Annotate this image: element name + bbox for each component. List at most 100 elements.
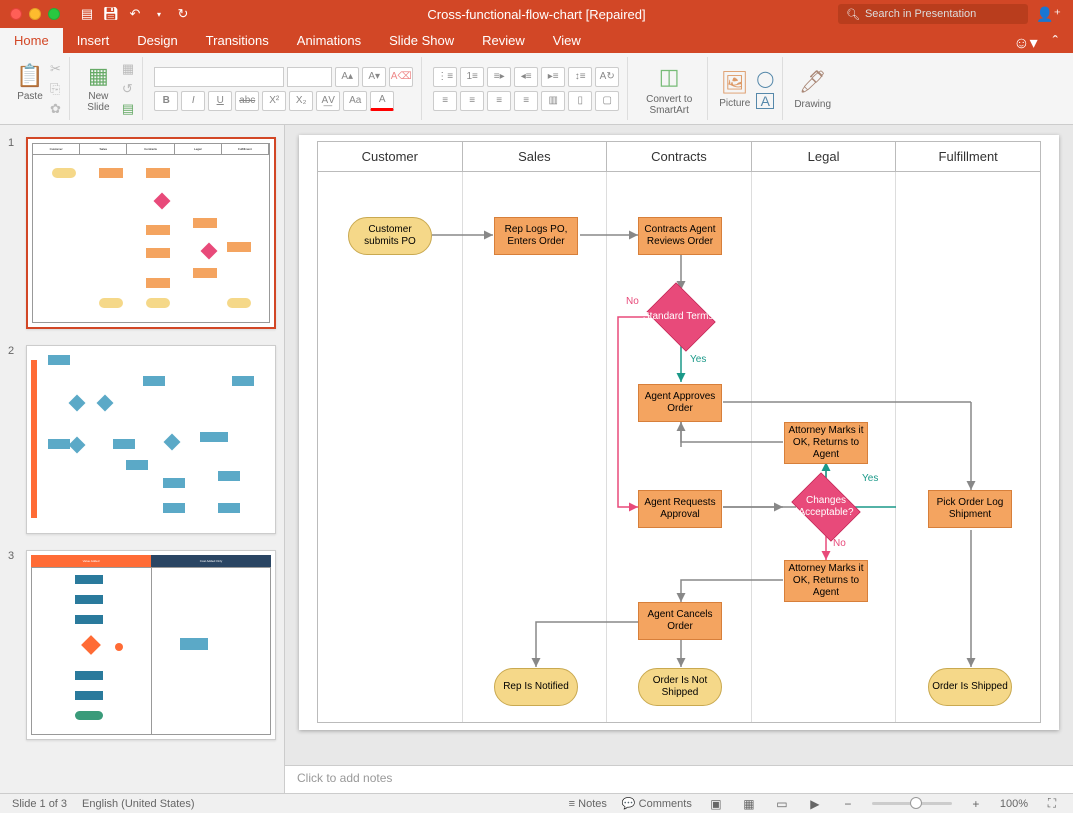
tab-view[interactable]: View: [539, 28, 595, 53]
shape-agent-requests[interactable]: Agent Requests Approval: [638, 490, 722, 528]
font-name-combo[interactable]: [154, 67, 284, 87]
feedback-icon[interactable]: ☺▾: [1013, 33, 1037, 53]
strike-button[interactable]: abc: [235, 91, 259, 111]
shape-attorney-1[interactable]: Attorney Marks it OK, Returns to Agent: [784, 422, 868, 464]
sorter-view-icon[interactable]: ▦: [740, 797, 758, 811]
slide-thumbnail-2[interactable]: [26, 345, 276, 535]
tab-design[interactable]: Design: [123, 28, 191, 53]
lane-header-fulfillment[interactable]: Fulfillment: [896, 142, 1040, 171]
tab-animations[interactable]: Animations: [283, 28, 375, 53]
language-indicator[interactable]: English (United States): [82, 798, 195, 810]
bullets-button[interactable]: ⋮≡: [433, 67, 457, 87]
align-text-vert-button[interactable]: ▯: [568, 91, 592, 111]
clear-format-icon[interactable]: A⌫: [389, 67, 413, 87]
save-icon[interactable]: 💾︎: [102, 5, 120, 23]
numbering-button[interactable]: 1≡: [460, 67, 484, 87]
maximize-window-button[interactable]: [48, 8, 60, 20]
change-case-button[interactable]: Aa: [343, 91, 367, 111]
lane-header-sales[interactable]: Sales: [463, 142, 608, 171]
layout-icon[interactable]: ▦: [122, 61, 134, 77]
slideshow-view-icon[interactable]: ▶: [806, 797, 824, 811]
justify-button[interactable]: ≡: [514, 91, 538, 111]
font-color-button[interactable]: A: [370, 91, 394, 111]
slide-thumbnail-1[interactable]: CustomerSalesContractsLegalFulfillment: [26, 137, 276, 329]
zoom-out-button[interactable]: −: [839, 797, 857, 811]
align-left-button[interactable]: ≡: [433, 91, 457, 111]
search-box[interactable]: 🔍︎: [838, 4, 1028, 24]
shapes-icon[interactable]: ◯: [756, 69, 774, 89]
bold-button[interactable]: B: [154, 91, 178, 111]
shape-standard-terms[interactable]: Standard Terms?: [641, 287, 721, 347]
increase-font-icon[interactable]: A▴: [335, 67, 359, 87]
lane-header-legal[interactable]: Legal: [752, 142, 897, 171]
share-icon[interactable]: 👤⁺: [1036, 6, 1061, 23]
format-painter-icon[interactable]: ✿: [50, 101, 61, 117]
fit-window-icon[interactable]: ⛶: [1043, 796, 1061, 811]
shape-shipped[interactable]: Order Is Shipped: [928, 668, 1012, 706]
collapse-ribbon-icon[interactable]: ˆ: [1053, 34, 1058, 52]
search-input[interactable]: [865, 8, 1020, 20]
zoom-in-button[interactable]: +: [967, 797, 985, 811]
shape-agent-cancels[interactable]: Agent Cancels Order: [638, 602, 722, 640]
undo-icon[interactable]: ↶: [126, 5, 144, 23]
new-slide-icon[interactable]: ▦: [84, 61, 112, 91]
reset-icon[interactable]: ↺: [122, 81, 134, 97]
increase-indent-button[interactable]: ▸≡: [541, 67, 565, 87]
shape-attorney-2[interactable]: Attorney Marks it OK, Returns to Agent: [784, 560, 868, 602]
text-direction-button[interactable]: A↻: [595, 67, 619, 87]
font-size-combo[interactable]: [287, 67, 332, 87]
shape-not-shipped[interactable]: Order Is Not Shipped: [638, 668, 722, 706]
subscript-button[interactable]: X₂: [289, 91, 313, 111]
slide[interactable]: Customer Sales Contracts Legal Fulfillme…: [299, 135, 1059, 730]
lane-header-customer[interactable]: Customer: [318, 142, 463, 171]
swimlane-table[interactable]: Customer Sales Contracts Legal Fulfillme…: [317, 141, 1041, 723]
notes-pane[interactable]: Click to add notes: [285, 765, 1073, 793]
reading-view-icon[interactable]: ▭: [773, 797, 791, 811]
tab-home[interactable]: Home: [0, 28, 63, 53]
shape-customer-po[interactable]: Customer submits PO: [348, 217, 432, 255]
cut-icon[interactable]: ✂: [50, 61, 61, 77]
tab-transitions[interactable]: Transitions: [192, 28, 283, 53]
align-center-button[interactable]: ≡: [460, 91, 484, 111]
shape-rep-notified[interactable]: Rep Is Notified: [494, 668, 578, 706]
shape-agent-approves[interactable]: Agent Approves Order: [638, 384, 722, 422]
zoom-slider[interactable]: [872, 802, 952, 805]
lane-header-contracts[interactable]: Contracts: [607, 142, 752, 171]
picture-icon[interactable]: 🖼: [721, 68, 749, 98]
close-window-button[interactable]: [10, 8, 22, 20]
decrease-font-icon[interactable]: A▾: [362, 67, 386, 87]
file-menu-icon[interactable]: ▤: [78, 5, 96, 23]
drawing-icon[interactable]: 🖊: [799, 67, 827, 97]
redo-icon[interactable]: ↻: [174, 5, 192, 23]
superscript-button[interactable]: X²: [262, 91, 286, 111]
tab-insert[interactable]: Insert: [63, 28, 124, 53]
lane-fulfillment[interactable]: [896, 172, 1040, 722]
shape-contracts-review[interactable]: Contracts Agent Reviews Order: [638, 217, 722, 255]
section-icon[interactable]: ▤: [122, 101, 134, 117]
zoom-level[interactable]: 100%: [1000, 798, 1028, 810]
shape-changes-acceptable[interactable]: Changes Acceptable?: [786, 477, 866, 537]
normal-view-icon[interactable]: ▣: [707, 797, 725, 811]
para-settings-button[interactable]: ▢: [595, 91, 619, 111]
comments-toggle[interactable]: 💬 Comments: [622, 797, 692, 810]
notes-toggle[interactable]: ≡ Notes: [569, 798, 607, 810]
slide-thumbnail-3[interactable]: Value Added Cost Added Only: [26, 550, 276, 740]
smartart-icon[interactable]: ◫: [655, 62, 683, 92]
list-level-button[interactable]: ≡▸: [487, 67, 511, 87]
minimize-window-button[interactable]: [29, 8, 41, 20]
line-spacing-button[interactable]: ↕≡: [568, 67, 592, 87]
text-box-icon[interactable]: A: [756, 93, 774, 109]
paste-icon[interactable]: 📋: [16, 61, 44, 91]
underline-button[interactable]: U: [208, 91, 232, 111]
columns-button[interactable]: ▥: [541, 91, 565, 111]
italic-button[interactable]: I: [181, 91, 205, 111]
qat-dropdown-icon[interactable]: ▾: [150, 5, 168, 23]
shape-pick-order[interactable]: Pick Order Log Shipment: [928, 490, 1012, 528]
char-spacing-button[interactable]: A͟V: [316, 91, 340, 111]
copy-icon[interactable]: ⎘: [50, 81, 61, 97]
tab-slideshow[interactable]: Slide Show: [375, 28, 468, 53]
align-right-button[interactable]: ≡: [487, 91, 511, 111]
tab-review[interactable]: Review: [468, 28, 539, 53]
decrease-indent-button[interactable]: ◂≡: [514, 67, 538, 87]
slide-canvas[interactable]: Customer Sales Contracts Legal Fulfillme…: [285, 125, 1073, 765]
